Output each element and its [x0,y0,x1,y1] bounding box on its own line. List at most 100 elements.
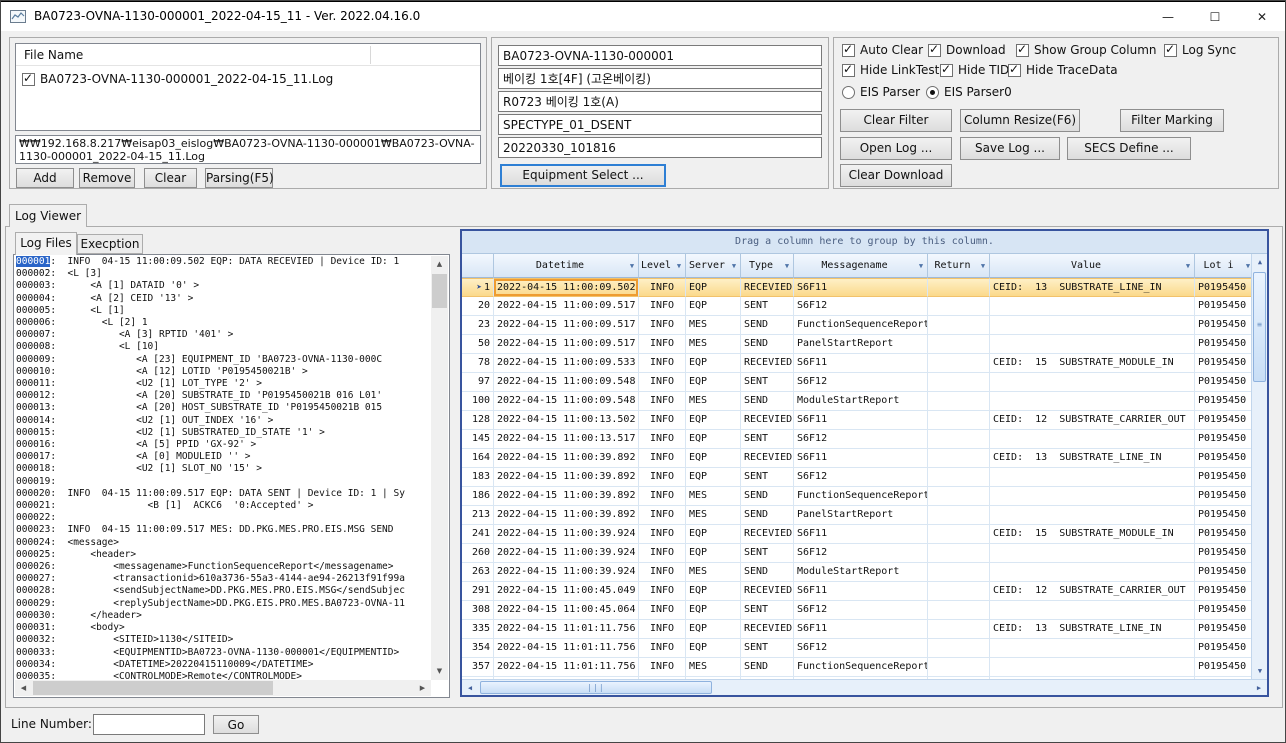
grid-cell[interactable]: 97 [462,373,494,392]
log-line[interactable]: 000028: <sendSubjectName>DD.PKG.MES.PRO.… [16,585,431,597]
scroll-down-icon[interactable]: ▼ [1252,663,1267,679]
grid-cell[interactable]: P0195450 [1195,392,1251,411]
grid-h-scrollbar[interactable]: ◀ ||| ▶ [462,679,1267,695]
grid-row[interactable]: 782022-04-15 11:00:09.533INFOEQPRECEVIED… [462,354,1251,373]
tab-log-files[interactable]: Log Files [15,232,77,255]
log-line[interactable]: 000024: <message> [16,537,431,549]
log-line[interactable]: 000009: <A [23] EQUIPMENT_ID 'BA0723-OVN… [16,354,431,366]
grid-header-return[interactable]: Return▼ [928,254,990,278]
grid-cell[interactable]: EQP [686,468,741,487]
grid-cell[interactable]: EQP [686,620,741,639]
grid-cell[interactable]: SEND [741,335,794,354]
log-line[interactable]: 000020: INFO 04-15 11:00:09.517 EQP: DAT… [16,488,431,500]
grid-cell[interactable] [928,487,990,506]
grid-cell[interactable]: 2022-04-15 11:00:39.924 [494,525,639,544]
grid-cell[interactable] [928,316,990,335]
grid-cell[interactable]: SEND [741,563,794,582]
grid-row[interactable]: 3082022-04-15 11:00:45.064INFOEQPSENTS6F… [462,601,1251,620]
grid-cell[interactable]: INFO [639,316,686,335]
grid-cell[interactable]: 357 [462,658,494,677]
add-button[interactable]: Add [16,168,74,188]
grid-cell[interactable]: CEID: 15 SUBSTRATE_MODULE_IN [990,525,1195,544]
grid-cell[interactable]: INFO [639,658,686,677]
log-line[interactable]: 000026: <messagename>FunctionSequenceRep… [16,561,431,573]
grid-cell[interactable]: 183 [462,468,494,487]
grid-cell[interactable]: S6F11 [794,411,928,430]
grid-cell[interactable]: PanelStartReport [794,335,928,354]
log-line[interactable]: 000016: <A [5] PPID 'GX-92' > [16,439,431,451]
grid-cell[interactable]: 2022-04-15 11:00:39.892 [494,449,639,468]
grid-cell[interactable]: EQP [686,525,741,544]
grid-cell[interactable] [928,639,990,658]
grid-row[interactable]: 2602022-04-15 11:00:39.924INFOEQPSENTS6F… [462,544,1251,563]
grid-row[interactable]: 1452022-04-15 11:00:13.517INFOEQPSENTS6F… [462,430,1251,449]
show-group-column-checkbox[interactable]: ✓Show Group Column [1016,42,1157,58]
eis-parser0-radio[interactable]: EIS Parser0 [926,84,1012,100]
grid-cell[interactable]: S6F12 [794,601,928,620]
log-line[interactable]: 000019: [16,476,431,488]
grid-cell[interactable]: S6F11 [794,278,928,297]
grid-cell[interactable]: 263 [462,563,494,582]
scroll-left-icon[interactable]: ◀ [15,680,32,696]
grid-header-messagename[interactable]: Messagename▼ [794,254,928,278]
log-line[interactable]: 000029: <replySubjectName>DD.PKG.EIS.PRO… [16,598,431,610]
filter-icon[interactable]: ▼ [626,262,638,270]
grid-cell[interactable]: INFO [639,506,686,525]
equipment-field-5[interactable] [498,137,822,158]
grid-cell[interactable] [928,468,990,487]
grid-cell[interactable]: 2022-04-15 11:00:09.517 [494,297,639,316]
grid-cell[interactable]: ModuleStartReport [794,563,928,582]
grid-cell[interactable]: SEND [741,487,794,506]
grid-cell[interactable]: P0195450 [1195,411,1251,430]
grid-cell[interactable]: P0195450 [1195,582,1251,601]
file-list-item[interactable]: ✓ BA0723-OVNA-1130-000001_2022-04-15_11.… [22,72,333,86]
grid-cell[interactable]: 260 [462,544,494,563]
log-line[interactable]: 000012: <A [20] SUBSTRATE_ID 'P019545002… [16,390,431,402]
log-line[interactable]: 000031: <body> [16,622,431,634]
log-line[interactable]: 000023: INFO 04-15 11:00:09.517 MES: DD.… [16,524,431,536]
grid-cell[interactable]: INFO [639,392,686,411]
grid-cell[interactable]: CEID: 13 SUBSTRATE_LINE_IN [990,620,1195,639]
log-line[interactable]: 000022: [16,512,431,524]
grid-cell[interactable] [990,392,1195,411]
grid-cell[interactable] [990,601,1195,620]
grid-cell[interactable]: P0195450 [1195,373,1251,392]
grid-cell[interactable]: SENT [741,297,794,316]
grid-cell[interactable]: RECEVIED [741,354,794,373]
grid-cell[interactable] [990,487,1195,506]
grid-cell[interactable]: MES [686,506,741,525]
grid-cell[interactable]: INFO [639,449,686,468]
grid-cell[interactable] [928,354,990,373]
grid-cell[interactable] [928,582,990,601]
grid-row[interactable]: 1862022-04-15 11:00:39.892INFOMESSENDFun… [462,487,1251,506]
grid-cell[interactable]: S6F12 [794,544,928,563]
log-line[interactable]: 000032: <SITEID>1130</SITEID> [16,634,431,646]
grid-row[interactable]: 232022-04-15 11:00:09.517INFOMESSENDFunc… [462,316,1251,335]
clear-button[interactable]: Clear [144,168,197,188]
grid-cell[interactable]: EQP [686,639,741,658]
grid-cell[interactable]: 20 [462,297,494,316]
grid-cell[interactable]: EQP [686,544,741,563]
grid-cell[interactable]: 145 [462,430,494,449]
log-line[interactable]: 000006: <L [2] 1 [16,317,431,329]
grid-cell[interactable] [928,335,990,354]
auto-clear-checkbox[interactable]: ✓Auto Clear [842,42,923,58]
grid-cell[interactable]: 164 [462,449,494,468]
grid-cell[interactable]: S6F11 [794,620,928,639]
grid-header-row-indicator[interactable] [462,254,494,278]
grid-row[interactable]: 2912022-04-15 11:00:45.049INFOEQPRECEVIE… [462,582,1251,601]
grid-row[interactable]: 1002022-04-15 11:00:09.548INFOMESSENDMod… [462,392,1251,411]
equipment-field-4[interactable] [498,114,822,135]
tab-execption[interactable]: Execption [77,234,143,254]
grid-cell[interactable] [928,278,990,297]
group-by-panel[interactable]: Drag a column here to group by this colu… [462,231,1267,254]
grid-cell[interactable]: CEID: 12 SUBSTRATE_CARRIER_OUT [990,411,1195,430]
grid-cell[interactable]: RECEVIED [741,411,794,430]
file-list[interactable]: File Name ✓ BA0723-OVNA-1130-000001_2022… [15,43,481,131]
grid-cell[interactable]: 2022-04-15 11:00:39.892 [494,506,639,525]
equipment-select-button[interactable]: Equipment Select ... [500,164,666,187]
grid-cell[interactable] [928,506,990,525]
grid-row[interactable]: 2132022-04-15 11:00:39.892INFOMESSENDPan… [462,506,1251,525]
scrollbar-thumb[interactable]: ≡ [1253,272,1266,382]
grid-cell[interactable]: 2022-04-15 11:00:45.049 [494,582,639,601]
